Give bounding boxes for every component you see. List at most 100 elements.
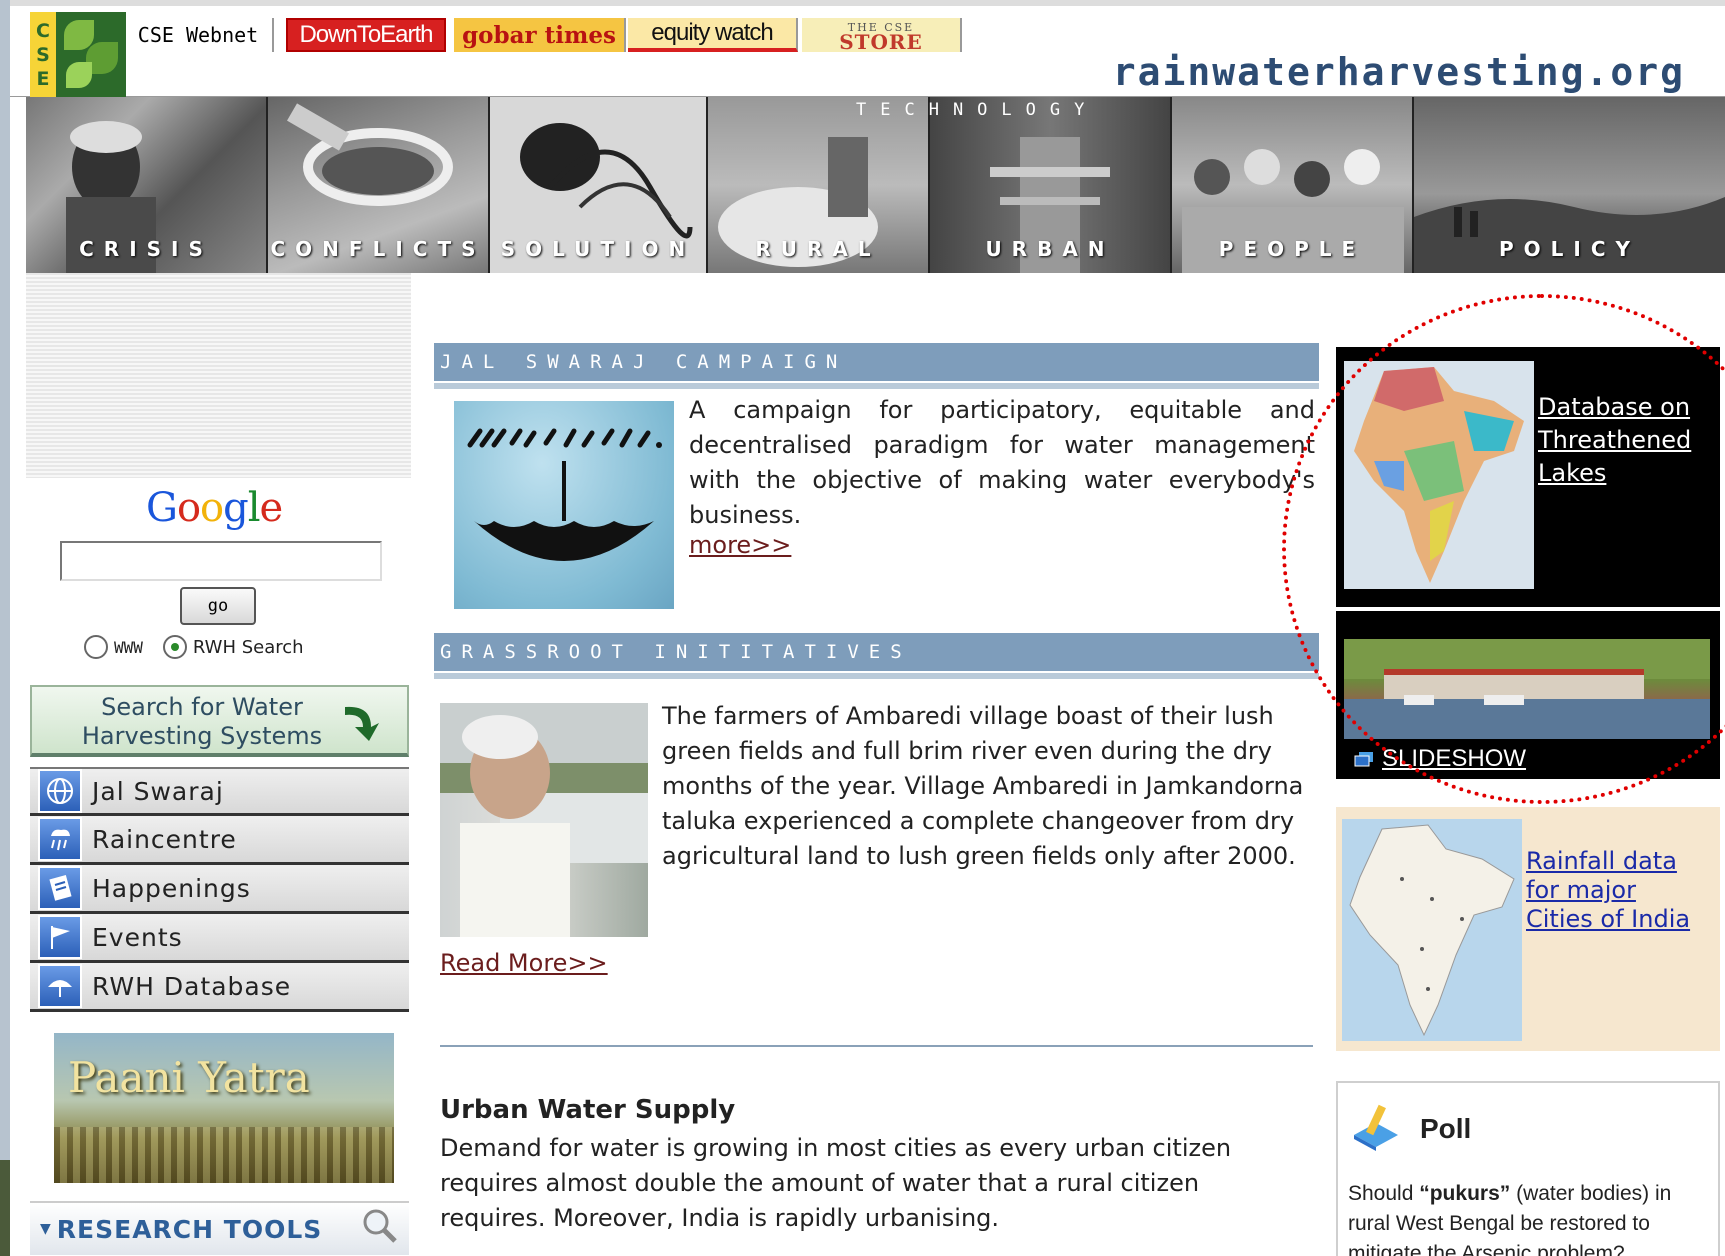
banner-solution[interactable]: SOLUTION	[490, 97, 708, 273]
slideshow-photo[interactable]	[1344, 639, 1710, 739]
ballot-pencil-icon	[1354, 1104, 1398, 1151]
search-water-line1: Search for Water	[101, 693, 303, 721]
section-banner: CRISIS CONFLICTS SOLUTION RURAL URBAN PE…	[26, 97, 1725, 273]
window-frame-strip	[0, 0, 10, 1256]
jal-swaraj-more-link[interactable]: more>>	[689, 531, 791, 559]
search-water-line2: Harvesting Systems	[81, 722, 323, 750]
rainfall-data-panel: Rainfall data for major Cities of India	[1336, 807, 1720, 1051]
site-name: rainwaterharvesting.org	[1112, 50, 1685, 94]
sidebar-item-label: Raincentre	[92, 824, 237, 854]
slideshow-link[interactable]: SLIDESHOW	[1382, 745, 1526, 773]
poll-question: Should “pukurs” (water bodies) in rural …	[1348, 1179, 1716, 1256]
sidebar-item-label: Jal Swaraj	[92, 776, 224, 806]
banner-label-conflicts: CONFLICTS	[270, 237, 486, 261]
google-letter: o	[176, 485, 201, 531]
lakes-link-line: Threathened	[1538, 426, 1692, 454]
grassroot-heading: GRASSROOT INITITATIVES	[434, 633, 1319, 679]
india-rainfall-map[interactable]	[1342, 819, 1522, 1041]
lakes-link-line: Database on	[1538, 393, 1691, 421]
jal-swaraj-heading: JAL SWARAJ CAMPAIGN	[434, 343, 1319, 389]
store-name-label: STORE	[839, 30, 923, 54]
cse-store-link[interactable]: THE CSE STORE	[802, 18, 962, 52]
sidebar-stripes	[26, 273, 411, 478]
cse-letter-s: S	[36, 44, 50, 66]
banner-conflicts[interactable]: CONFLICTS	[268, 97, 490, 273]
jal-swaraj-text: A campaign for participatory, equitable …	[689, 396, 1315, 529]
banner-label-crisis: CRISIS	[79, 237, 213, 261]
google-go-button[interactable]: go	[180, 587, 256, 625]
sidebar-item-raincentre[interactable]: Raincentre	[30, 816, 409, 865]
banner-rural[interactable]: RURAL	[708, 97, 930, 273]
right-sidebar: Database on Threathened Lakes SLIDESHOW	[1336, 273, 1725, 1256]
poll-panel: Poll Should “pukurs” (water bodies) in r…	[1336, 1081, 1720, 1256]
radio-www[interactable]	[84, 635, 108, 659]
arrow-down-right-icon	[345, 706, 379, 741]
india-outline-map	[1349, 824, 1515, 1037]
sidebar-item-label: Events	[92, 922, 183, 952]
cse-logo-letters: C S E	[30, 12, 56, 98]
leaf-icon	[64, 20, 94, 50]
search-water-label: Search for Water Harvesting Systems	[52, 693, 352, 751]
equity-watch-link[interactable]: equity watch	[628, 18, 798, 52]
sidebar-item-jal-swaraj[interactable]: Jal Swaraj	[30, 767, 409, 816]
google-letter: o	[200, 485, 224, 531]
research-tools-label: RESEARCH TOOLS	[56, 1214, 323, 1244]
slideshow-panel: SLIDESHOW	[1336, 611, 1720, 779]
umbrella-rain-illustration	[467, 428, 662, 561]
banner-crisis[interactable]: CRISIS	[26, 97, 268, 273]
banner-policy[interactable]: POLICY	[1414, 97, 1725, 273]
sidebar-item-events[interactable]: Events	[30, 914, 409, 963]
urban-water-supply-title: Urban Water Supply	[440, 1095, 736, 1125]
poll-question-pre: Should	[1348, 1182, 1420, 1205]
gobar-times-link[interactable]: gobar times	[454, 18, 626, 52]
radio-www-label: WWW	[114, 637, 143, 657]
banner-people[interactable]: PEOPLE	[1172, 97, 1414, 273]
leaf-icon	[66, 62, 92, 88]
sidebar-item-happenings[interactable]: Happenings	[30, 865, 409, 914]
grassroot-farmer-photo[interactable]	[440, 703, 648, 937]
main-content: JAL SWARAJ CAMPAIGN A campaign for parti…	[434, 273, 1319, 1256]
grassroot-read-more-link[interactable]: Read More>>	[440, 949, 608, 977]
cse-logo[interactable]: C S E	[30, 12, 126, 98]
globe-icon	[38, 769, 82, 813]
google-letter: G	[146, 485, 178, 531]
google-logo: Google	[146, 485, 283, 531]
left-sidebar: Google go WWW RWH Search Search for Wate…	[26, 273, 411, 1256]
poll-question-bold: “pukurs”	[1419, 1182, 1511, 1205]
google-letter: g	[223, 485, 249, 531]
paani-yatra-banner[interactable]: Paani Yatra	[54, 1033, 394, 1183]
paani-yatra-texture	[54, 1127, 394, 1183]
paani-yatra-title: Paani Yatra	[68, 1053, 310, 1102]
banner-label-policy: POLICY	[1498, 237, 1640, 261]
threatened-lakes-panel: Database on Threathened Lakes	[1336, 347, 1720, 607]
rainfall-data-link[interactable]: Rainfall data for major Cities of India	[1526, 847, 1690, 934]
banner-urban[interactable]: URBAN	[930, 97, 1172, 273]
sidebar-item-label: RWH Database	[92, 971, 292, 1001]
research-tools-toggle[interactable]: ▼ RESEARCH TOOLS	[30, 1201, 409, 1255]
site-header: C S E CSE Webnet DownToEarth gobar times…	[10, 0, 1725, 98]
banner-label-solution: SOLUTION	[500, 237, 696, 261]
lakes-link-line: Lakes	[1538, 459, 1607, 487]
jal-swaraj-umbrella-image[interactable]	[454, 401, 674, 609]
down-to-earth-link[interactable]: DownToEarth	[286, 18, 446, 52]
sidebar-nav: Jal Swaraj Raincentre Happenings Events …	[30, 767, 409, 1012]
google-search-input[interactable]	[60, 541, 382, 581]
cse-webnet-link[interactable]: CSE Webnet	[124, 18, 274, 52]
search-water-harvesting-button[interactable]: Search for Water Harvesting Systems	[30, 685, 409, 757]
sidebar-item-label: Happenings	[92, 873, 251, 903]
sidebar-item-rwh-database[interactable]: RWH Database	[30, 963, 409, 1012]
urban-water-supply-text: Demand for water is growing in most citi…	[440, 1134, 1232, 1232]
window-icon	[1354, 752, 1373, 767]
magnifier-icon	[363, 1209, 397, 1243]
banner-label-rural: RURAL	[755, 237, 881, 261]
radio-rwh-search[interactable]	[162, 635, 187, 659]
threatened-lakes-link[interactable]: Database on Threathened Lakes	[1538, 391, 1691, 490]
india-lakes-map[interactable]	[1344, 361, 1534, 589]
triangle-down-icon: ▼	[40, 1221, 51, 1237]
poll-title: Poll	[1420, 1113, 1472, 1144]
google-letter: l	[247, 485, 261, 531]
window-frame-dark-corner	[0, 1160, 10, 1256]
flag-icon	[38, 915, 82, 959]
grassroot-text: The farmers of Ambaredi village boast of…	[662, 702, 1304, 870]
rain-icon	[38, 817, 82, 861]
